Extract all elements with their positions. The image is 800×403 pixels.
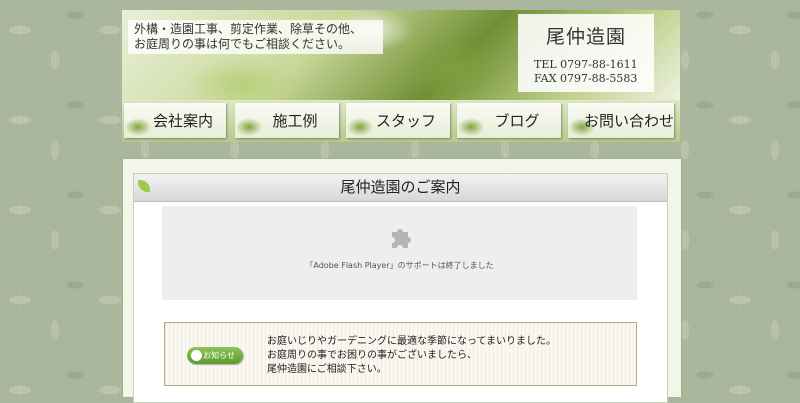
intro-line-1: 外構・造園工事、剪定作業、除草その他、: [134, 22, 363, 36]
section-title-bar: 尾仲造園のご案内: [134, 174, 667, 202]
main-nav: 会社案内 施工例 スタッフ ブログ お問い合わせ: [122, 100, 680, 142]
nav-item-label: 施工例: [272, 112, 318, 130]
nav-item-label: 会社案内: [152, 112, 213, 130]
fax-number: FAX 0797-88-5583: [534, 72, 638, 85]
plugin-puzzle-icon: [392, 229, 411, 248]
intro-text-box: 外構・造園工事、剪定作業、除草その他、 お庭周りの事は何でもご相談ください。: [128, 20, 383, 54]
company-info-box: 尾仲造園 TEL 0797-88-1611 FAX 0797-88-5583: [518, 14, 654, 92]
company-name: 尾仲造園: [545, 26, 626, 48]
nav-item-staff[interactable]: スタッフ: [346, 103, 450, 138]
flash-placeholder: 「Adobe Flash Player」のサポートは終了しました: [162, 206, 637, 300]
nav-item-label: お問い合わせ: [584, 112, 675, 130]
intro-section: 尾仲造園のご案内 「Adobe Flash Player」のサポートは終了しまし…: [133, 173, 668, 403]
nav-item-label: ブログ: [494, 112, 540, 130]
notice-line-1: お庭いじりやガーデニングに最適な季節になってまいりました。: [267, 336, 556, 347]
leaf-icon: [138, 180, 150, 192]
notice-badge: お知らせ: [187, 347, 243, 364]
nav-item-blog[interactable]: ブログ: [457, 103, 561, 138]
nav-item-works[interactable]: 施工例: [235, 103, 339, 138]
notice-box: お知らせ お庭いじりやガーデニングに最適な季節になってまいりました。 お庭周りの…: [164, 322, 637, 386]
nav-item-label: スタッフ: [375, 112, 436, 130]
notice-text: お庭いじりやガーデニングに最適な季節になってまいりました。 お庭周りの事でお困り…: [267, 335, 556, 377]
notice-line-2: お庭周りの事でお困りの事がございましたら、: [267, 350, 477, 361]
section-title: 尾仲造園のご案内: [340, 178, 461, 196]
nav-item-contact[interactable]: お問い合わせ: [568, 103, 674, 138]
nav-item-company[interactable]: 会社案内: [124, 103, 226, 138]
tel-number: TEL 0797-88-1611: [534, 58, 638, 71]
header-banner: 外構・造園工事、剪定作業、除草その他、 お庭周りの事は何でもご相談ください。 尾…: [122, 10, 680, 100]
intro-line-2: お庭周りの事は何でもご相談ください。: [134, 37, 351, 51]
flash-unsupported-message: 「Adobe Flash Player」のサポートは終了しました: [305, 261, 494, 270]
main-content: 尾仲造園のご案内 「Adobe Flash Player」のサポートは終了しまし…: [122, 158, 682, 403]
notice-line-3: 尾仲造園にご相談下さい。: [267, 364, 387, 375]
